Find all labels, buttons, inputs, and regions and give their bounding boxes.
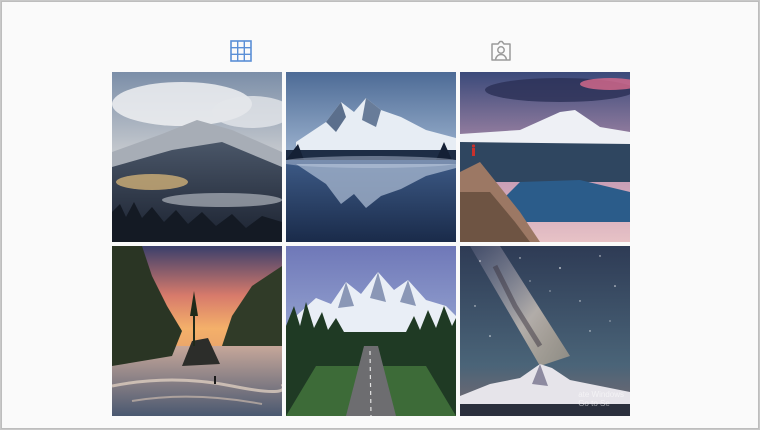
tab-tagged[interactable] [486, 36, 516, 66]
photo-tile-misty-mountain[interactable] [112, 72, 282, 242]
tagged-person-icon [491, 40, 511, 61]
photo-tile-coastal-sunset[interactable] [112, 246, 282, 416]
photo-lake-reflection [286, 72, 456, 242]
watermark-line-1: ate Windows [578, 390, 624, 399]
photo-tile-milky-way[interactable]: ate Windows Go to Se [460, 246, 630, 416]
photo-mountain-overlook [460, 72, 630, 242]
activation-watermark: ate Windows Go to Se [578, 390, 624, 408]
photo-tile-mountain-overlook[interactable] [460, 72, 630, 242]
photo-grid: ate Windows Go to Se [112, 72, 630, 416]
grid-icon [230, 40, 252, 62]
profile-feed-window: ate Windows Go to Se [1, 1, 759, 429]
photo-coastal-sunset [112, 246, 282, 416]
watermark-line-2: Go to Se [578, 399, 610, 408]
photo-mountain-road [286, 246, 456, 416]
photo-tile-mountain-road[interactable] [286, 246, 456, 416]
photo-misty-mountain [112, 72, 282, 242]
photo-tile-lake-reflection[interactable] [286, 72, 456, 242]
tab-grid[interactable] [226, 36, 256, 66]
profile-tab-bar [2, 36, 758, 66]
